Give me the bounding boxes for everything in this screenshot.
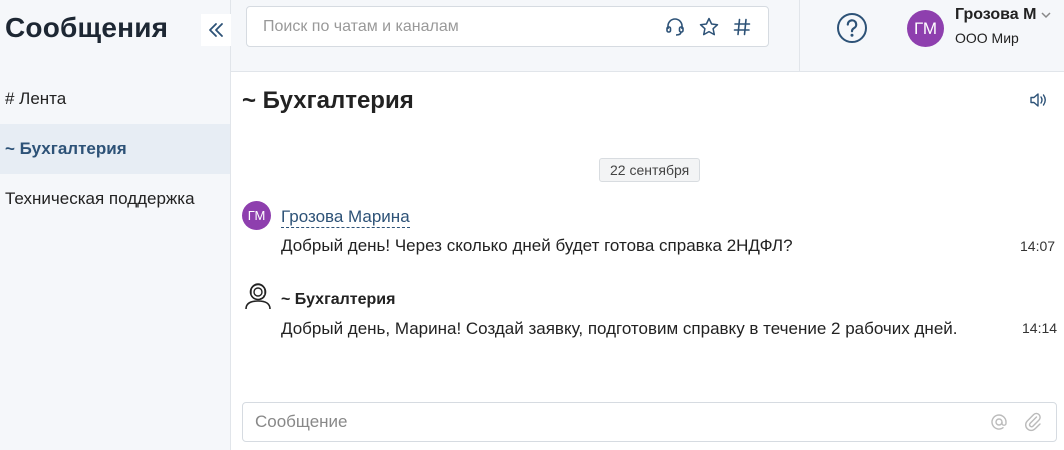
search-filters — [664, 16, 752, 38]
message-text: Добрый день, Марина! Создай заявку, подг… — [281, 319, 958, 338]
search-box — [246, 6, 769, 47]
sidebar-item-label: # Лента — [5, 89, 67, 108]
messenger-app: Сообщения # Лента ~ Бухгалтерия Техничес… — [0, 0, 1064, 450]
sidebar-item-label: ~ Бухгалтерия — [5, 139, 127, 158]
date-separator: 22 сентября — [599, 158, 701, 182]
paperclip-icon[interactable] — [1024, 412, 1042, 432]
message-author: ~ Бухгалтерия — [281, 291, 396, 308]
double-chevron-left-icon — [209, 23, 223, 37]
message-input[interactable] — [255, 412, 955, 432]
user-organization: ООО Мир — [955, 30, 1019, 46]
user-info: Грозова М ООО Мир — [955, 6, 1052, 46]
user-name: Грозова М — [955, 6, 1052, 24]
avatar: ГМ — [242, 201, 271, 230]
message-composer — [242, 402, 1057, 442]
help-circle-icon — [837, 13, 867, 43]
top-header: ГМ Грозова М ООО Мир — [231, 0, 1064, 72]
star-icon[interactable] — [698, 16, 720, 38]
headset-icon[interactable] — [664, 16, 686, 38]
speaker-icon[interactable] — [1028, 91, 1048, 109]
channel-list: # Лента ~ Бухгалтерия Техническая поддер… — [0, 74, 230, 224]
sidebar-item-tech-support[interactable]: Техническая поддержка — [0, 174, 230, 224]
search-input[interactable] — [263, 17, 653, 36]
collapse-sidebar-button[interactable] — [201, 14, 231, 46]
support-agent-icon — [242, 279, 274, 311]
channel-title: ~ Бухгалтерия — [242, 87, 414, 114]
message-time: 14:14 — [1022, 320, 1058, 336]
mention-icon[interactable] — [990, 413, 1008, 431]
user-name-text: Грозова М — [955, 6, 1037, 23]
composer-actions — [990, 412, 1042, 432]
hash-icon[interactable] — [732, 17, 752, 37]
sidebar-title: Сообщения — [5, 12, 169, 43]
chevron-down-icon — [1040, 9, 1052, 21]
help-button[interactable] — [836, 12, 868, 44]
message-text: Добрый день! Через сколько дней будет го… — [281, 236, 793, 255]
avatar: ГМ — [907, 10, 944, 47]
sidebar-item-label: Техническая поддержка — [5, 189, 195, 208]
message-time: 14:07 — [1020, 238, 1056, 254]
sidebar: Сообщения # Лента ~ Бухгалтерия Техничес… — [0, 0, 231, 450]
header-divider — [799, 0, 800, 72]
sidebar-item-accounting[interactable]: ~ Бухгалтерия — [0, 124, 230, 174]
message-author-link[interactable]: Грозова Марина — [281, 207, 410, 228]
user-menu[interactable]: ГМ Грозова М ООО Мир — [907, 6, 1052, 47]
sidebar-item-feed[interactable]: # Лента — [0, 74, 230, 124]
